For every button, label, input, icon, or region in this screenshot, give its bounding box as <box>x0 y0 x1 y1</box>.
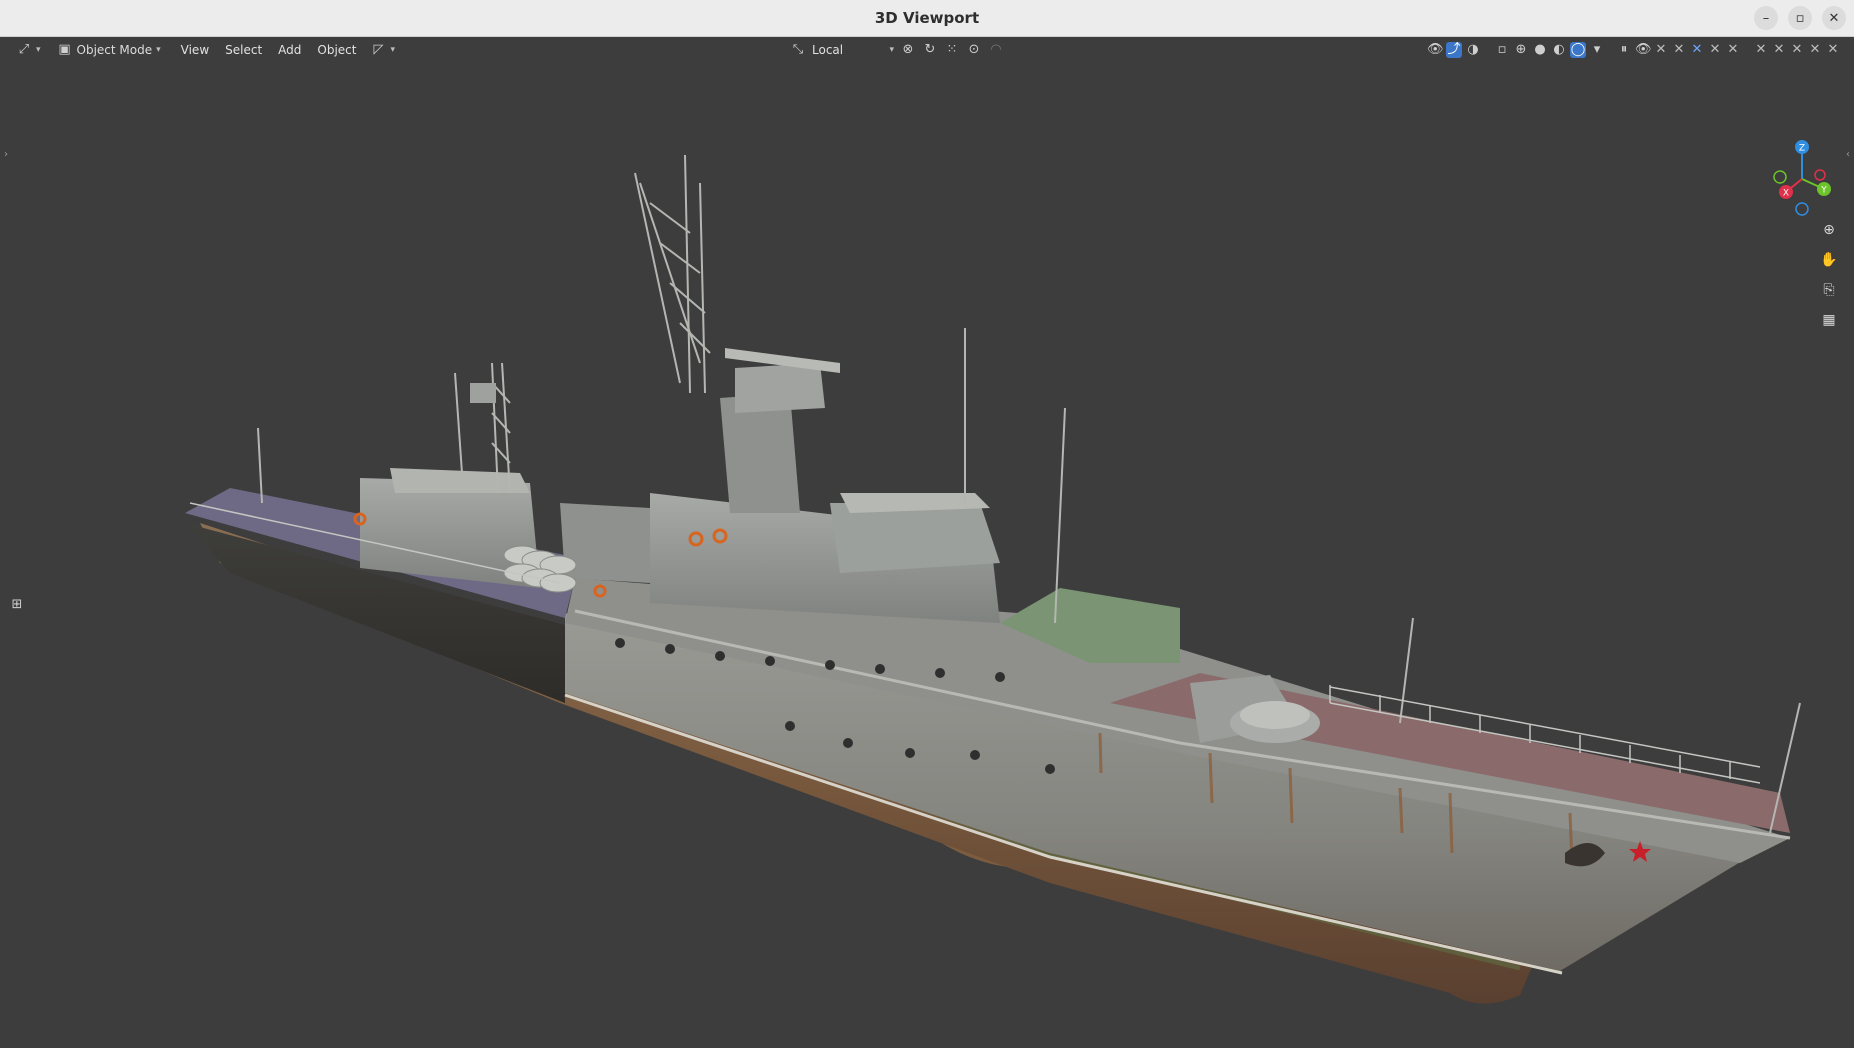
window-title: 3D Viewport <box>874 9 980 27</box>
falloff-icon[interactable]: ◠ <box>988 42 1004 58</box>
solid-shading-icon[interactable]: ● <box>1532 42 1548 58</box>
editor-type-icon: ⤢ <box>18 42 30 57</box>
window-titlebar: 3D Viewport – ▫ ✕ <box>0 0 1854 37</box>
curve-icon: ◸ <box>373 42 384 57</box>
right-tools: 👁 ⤴ ◑ ▫ ⊕ ● ◐ ◯ ▾ ⏸ 👁 ✕ ✕ ✕ ✕ ✕ ✕ ✕ ✕ ✕ … <box>1427 37 1840 63</box>
menu-add[interactable]: Add <box>270 39 309 61</box>
object-mode-icon: ▣ <box>58 42 71 57</box>
x-toggle-icon[interactable]: ✕ <box>1790 42 1804 58</box>
material-shading-icon[interactable]: ◐ <box>1551 42 1567 58</box>
chevron-down-icon: ▾ <box>390 45 396 55</box>
x-toggle-icon[interactable]: ✕ <box>1708 42 1722 58</box>
gizmo-neg-x-axis <box>1814 169 1826 181</box>
orientation-label: Local <box>812 43 844 57</box>
menu-view[interactable]: View <box>173 39 217 61</box>
navigation-buttons: ⊕ ✋ ⎘ ▦ <box>1816 218 1842 332</box>
snap-icon[interactable]: ↻ <box>922 42 938 58</box>
camera-icon[interactable]: ⎘ <box>1816 278 1842 302</box>
menu-object[interactable]: Object <box>309 39 364 61</box>
overlay-icon[interactable]: ◑ <box>1465 42 1481 58</box>
gizmo-y-label: Y <box>1820 186 1827 196</box>
visibility-icon[interactable]: 👁 <box>1427 42 1444 58</box>
gizmo-neg-z-axis <box>1795 202 1809 216</box>
collection-toggles: ✕ ✕ ✕ ✕ ✕ ✕ ✕ ✕ ✕ ✕ <box>1654 42 1840 58</box>
eye-icon[interactable]: 👁 <box>1635 42 1652 58</box>
gizmo-neg-y-axis <box>1773 170 1787 184</box>
wireframe-shading-icon[interactable]: ⊕ <box>1513 42 1529 58</box>
3d-viewport[interactable]: › ‹ ⊞ Z Y X ⊕ ✋ ⎘ ▦ <box>0 63 1854 1048</box>
window-controls: – ▫ ✕ <box>1754 0 1846 36</box>
xray-icon[interactable]: ▫ <box>1494 42 1510 58</box>
x-toggle-icon[interactable]: ✕ <box>1654 42 1668 58</box>
gizmo-toggle-icon[interactable]: ⤴ <box>1446 42 1462 58</box>
proportional-edit-icon[interactable]: ⊙ <box>966 42 982 58</box>
sidebar-expand-icon[interactable]: ‹ <box>1846 149 1850 160</box>
orientation-icon: ⤡ <box>792 42 804 57</box>
gizmo-x-label: X <box>1783 189 1789 199</box>
rendered-shading-icon[interactable]: ◯ <box>1570 42 1586 58</box>
ship-model[interactable] <box>0 63 1854 1048</box>
center-tools: ⤡ Local ▾ ⊗ ↻ ⁙ ⊙ ◠ <box>786 37 1004 63</box>
tool-settings-icon[interactable]: ⊞ <box>8 596 26 614</box>
x-toggle-icon[interactable]: ✕ <box>1826 42 1840 58</box>
gizmo-z-label: Z <box>1799 144 1805 154</box>
x-toggle-icon[interactable]: ✕ <box>1726 42 1740 58</box>
perspective-grid-icon[interactable]: ▦ <box>1816 308 1842 332</box>
x-toggle-icon[interactable]: ✕ <box>1808 42 1822 58</box>
navigation-gizmo[interactable]: Z Y X <box>1772 137 1844 217</box>
close-icon[interactable]: ✕ <box>1822 6 1846 30</box>
snap-grid-icon[interactable]: ⁙ <box>944 42 960 58</box>
pause-icon[interactable]: ⏸ <box>1616 42 1632 58</box>
pivot-icon[interactable]: ⊗ <box>900 42 916 58</box>
chevron-down-icon: ▾ <box>156 45 161 55</box>
toolbar-expand-icon[interactable]: › <box>4 149 8 160</box>
shading-options-icon[interactable]: ▾ <box>1589 42 1605 58</box>
zoom-icon[interactable]: ⊕ <box>1816 218 1842 242</box>
minimize-icon[interactable]: – <box>1754 6 1778 30</box>
mode-dropdown[interactable]: ▣ Object Mode ▾ <box>51 39 167 61</box>
viewport-header: ⤢ ▾ ▣ Object Mode ▾ View Select Add Obje… <box>0 37 1854 63</box>
menu-select[interactable]: Select <box>217 39 270 61</box>
pan-hand-icon[interactable]: ✋ <box>1816 248 1842 272</box>
x-toggle-icon[interactable]: ✕ <box>1772 42 1786 58</box>
maximize-icon[interactable]: ▫ <box>1788 6 1812 30</box>
x-toggle-icon[interactable]: ✕ <box>1690 42 1704 58</box>
editor-type-button[interactable]: ⤢ ▾ <box>10 39 47 61</box>
x-toggle-icon[interactable]: ✕ <box>1754 42 1768 58</box>
x-toggle-icon[interactable]: ✕ <box>1672 42 1686 58</box>
transform-orientation-dropdown[interactable]: ⤡ Local ▾ <box>786 40 894 60</box>
gpencil-button[interactable]: ◸ ▾ <box>365 39 402 61</box>
chevron-down-icon: ▾ <box>36 45 41 55</box>
chevron-down-icon: ▾ <box>889 45 894 55</box>
mode-label: Object Mode <box>76 43 153 57</box>
